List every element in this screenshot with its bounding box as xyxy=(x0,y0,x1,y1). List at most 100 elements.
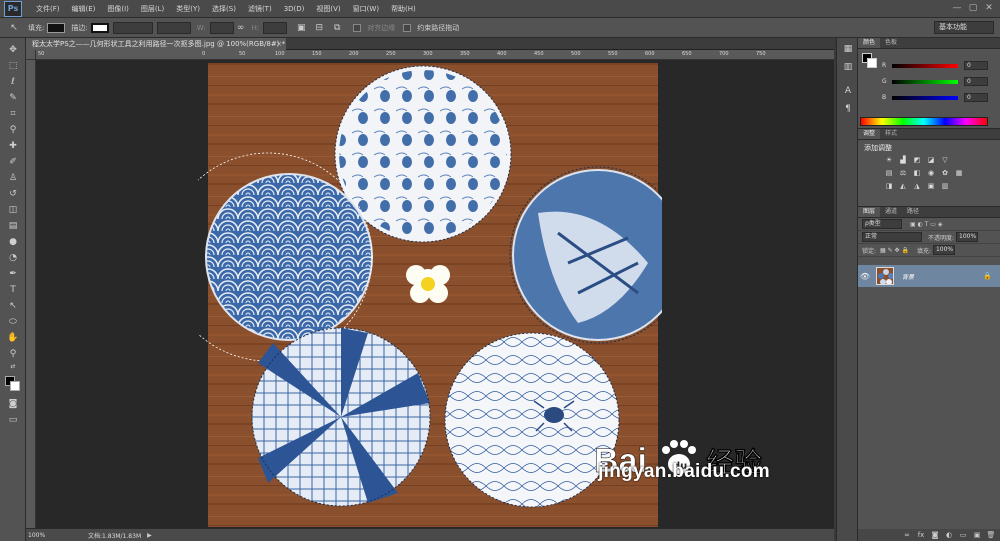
tab-adjustments[interactable]: 调整 xyxy=(858,129,881,139)
zoom-tool-icon[interactable]: ⚲ xyxy=(3,347,23,362)
lasso-tool-icon[interactable]: ℓ xyxy=(3,75,23,90)
menu-edit[interactable]: 编辑(E) xyxy=(66,0,102,18)
document-tab[interactable]: 程太太学PS之——几何形状工具之利用路径一次抠多图.jpg @ 100%(RGB… xyxy=(26,38,286,50)
ruler-top[interactable]: 50 0 50 100 150 200 250 300 350 400 450 … xyxy=(36,50,834,60)
menu-image[interactable]: 图像(I) xyxy=(101,0,135,18)
gradient-map-icon[interactable]: ▥ xyxy=(940,181,950,191)
canvas-image[interactable] xyxy=(198,63,662,527)
slider-b-value[interactable]: 0 xyxy=(964,93,988,102)
brightness-icon[interactable]: ☀ xyxy=(884,155,894,165)
delete-layer-icon[interactable]: 🗑 xyxy=(986,531,996,539)
height-field[interactable] xyxy=(263,21,288,34)
minimize-button[interactable]: — xyxy=(950,2,964,15)
align-edges-checkbox[interactable] xyxy=(353,23,362,32)
color-swatches[interactable] xyxy=(3,374,23,394)
path-arrangement-icon[interactable]: ⧉ xyxy=(329,21,345,35)
blur-tool-icon[interactable]: ● xyxy=(3,235,23,250)
canvas-pasteboard[interactable]: Bai du 经验 jingyan.baidu.com xyxy=(36,60,834,528)
link-icon[interactable]: ∞ xyxy=(236,21,246,35)
new-layer-icon[interactable]: ▣ xyxy=(972,531,982,539)
panel-color-swatches[interactable] xyxy=(862,53,878,69)
dodge-tool-icon[interactable]: ◔ xyxy=(3,251,23,266)
paragraph-panel-icon[interactable]: ¶ xyxy=(839,102,857,116)
tab-channels[interactable]: 通道 xyxy=(880,207,902,217)
color-balance-icon[interactable]: ⚖ xyxy=(898,168,908,178)
kind-filter-select[interactable]: ρ类型 xyxy=(862,219,902,229)
path-alignment-icon[interactable]: ⊟ xyxy=(311,21,327,35)
maximize-button[interactable]: ▢ xyxy=(966,2,980,15)
screen-mode-icon[interactable]: ▭ xyxy=(3,413,23,428)
menu-help[interactable]: 帮助(H) xyxy=(385,0,422,18)
brush-tool-icon[interactable]: ✐ xyxy=(3,155,23,170)
filter-icons[interactable]: ▣ ◐ T ▭ ◈ xyxy=(910,221,942,228)
menu-file[interactable]: 文件(F) xyxy=(30,0,66,18)
stroke-width-field[interactable] xyxy=(112,21,153,34)
curves-icon[interactable]: ◩ xyxy=(912,155,922,165)
menu-select[interactable]: 选择(S) xyxy=(206,0,242,18)
character-panel-icon[interactable]: A xyxy=(839,84,857,98)
menu-window[interactable]: 窗口(W) xyxy=(347,0,385,18)
add-mask-icon[interactable]: ◙ xyxy=(930,531,940,539)
path-operations-icon[interactable]: ▣ xyxy=(293,21,309,35)
link-layers-icon[interactable]: ∞ xyxy=(902,531,912,539)
tab-color[interactable]: 颜色 xyxy=(858,38,881,48)
levels-icon[interactable]: ▟ xyxy=(898,155,908,165)
gradient-tool-icon[interactable]: ▤ xyxy=(3,219,23,234)
blend-mode-select[interactable]: 正常 xyxy=(862,232,922,242)
fill-field[interactable]: 100% xyxy=(932,245,955,255)
new-group-icon[interactable]: ▭ xyxy=(958,531,968,539)
menu-layer[interactable]: 图层(L) xyxy=(135,0,170,18)
quick-select-tool-icon[interactable]: ✎ xyxy=(3,91,23,106)
ruler-left[interactable] xyxy=(26,60,36,528)
background-color[interactable] xyxy=(10,381,20,391)
color-lookup-icon[interactable]: ▦ xyxy=(954,168,964,178)
hand-tool-icon[interactable]: ✋ xyxy=(3,331,23,346)
path-select-tool-icon[interactable]: ↖ xyxy=(6,21,22,35)
tab-styles[interactable]: 样式 xyxy=(880,129,902,139)
slider-r-track[interactable] xyxy=(892,63,958,68)
quick-mask-icon[interactable]: ◙ xyxy=(3,397,23,412)
stroke-type-dropdown[interactable] xyxy=(156,21,191,34)
exposure-icon[interactable]: ◪ xyxy=(926,155,936,165)
slider-r-value[interactable]: 0 xyxy=(964,61,988,70)
slider-b-track[interactable] xyxy=(892,95,958,100)
menu-filter[interactable]: 滤镜(T) xyxy=(242,0,278,18)
selective-color-icon[interactable]: ▣ xyxy=(926,181,936,191)
threshold-icon[interactable]: ◮ xyxy=(912,181,922,191)
path-selection-tool-icon[interactable]: ↖ xyxy=(3,299,23,314)
pen-tool-icon[interactable]: ✒ xyxy=(3,267,23,282)
fx-icon[interactable]: fx xyxy=(916,531,926,539)
new-adjustment-icon[interactable]: ◐ xyxy=(944,531,954,539)
menu-3d[interactable]: 3D(D) xyxy=(278,0,311,18)
swap-colors-icon[interactable]: ⇄ xyxy=(3,363,23,371)
menu-view[interactable]: 视图(V) xyxy=(310,0,346,18)
clone-stamp-tool-icon[interactable]: ♙ xyxy=(3,171,23,186)
tab-layers[interactable]: 图层 xyxy=(858,207,881,217)
constrain-path-checkbox[interactable] xyxy=(403,23,412,32)
opacity-field[interactable]: 100% xyxy=(956,232,979,242)
panel-background-color[interactable] xyxy=(867,58,877,68)
lock-icons[interactable]: ▦ ✎ ✥ 🔒 xyxy=(880,247,909,254)
close-button[interactable]: ✕ xyxy=(982,2,996,15)
history-brush-tool-icon[interactable]: ↺ xyxy=(3,187,23,202)
photo-filter-icon[interactable]: ◉ xyxy=(926,168,936,178)
fill-swatch[interactable] xyxy=(47,22,66,33)
type-tool-icon[interactable]: T xyxy=(3,283,23,298)
close-tab-icon[interactable]: × xyxy=(276,38,282,50)
color-spectrum[interactable] xyxy=(860,117,988,126)
width-field[interactable] xyxy=(209,21,234,34)
vibrance-icon[interactable]: ▽ xyxy=(940,155,950,165)
healing-brush-tool-icon[interactable]: ✚ xyxy=(3,139,23,154)
status-menu-icon[interactable]: ▶ xyxy=(147,532,152,539)
marquee-tool-icon[interactable]: ⬚ xyxy=(3,59,23,74)
move-tool-icon[interactable]: ✥ xyxy=(3,43,23,58)
workspace-select[interactable]: 基本功能 xyxy=(934,21,994,34)
layer-background[interactable]: 👁 背景 🔒 xyxy=(858,265,1000,287)
crop-tool-icon[interactable]: ⌗ xyxy=(3,107,23,122)
hue-saturation-icon[interactable]: ▤ xyxy=(884,168,894,178)
layer-name[interactable]: 背景 xyxy=(902,272,914,281)
history-panel-icon[interactable]: ▦ xyxy=(839,42,857,56)
eraser-tool-icon[interactable]: ◫ xyxy=(3,203,23,218)
tab-paths[interactable]: 路径 xyxy=(902,207,924,217)
stroke-swatch[interactable] xyxy=(90,22,109,33)
